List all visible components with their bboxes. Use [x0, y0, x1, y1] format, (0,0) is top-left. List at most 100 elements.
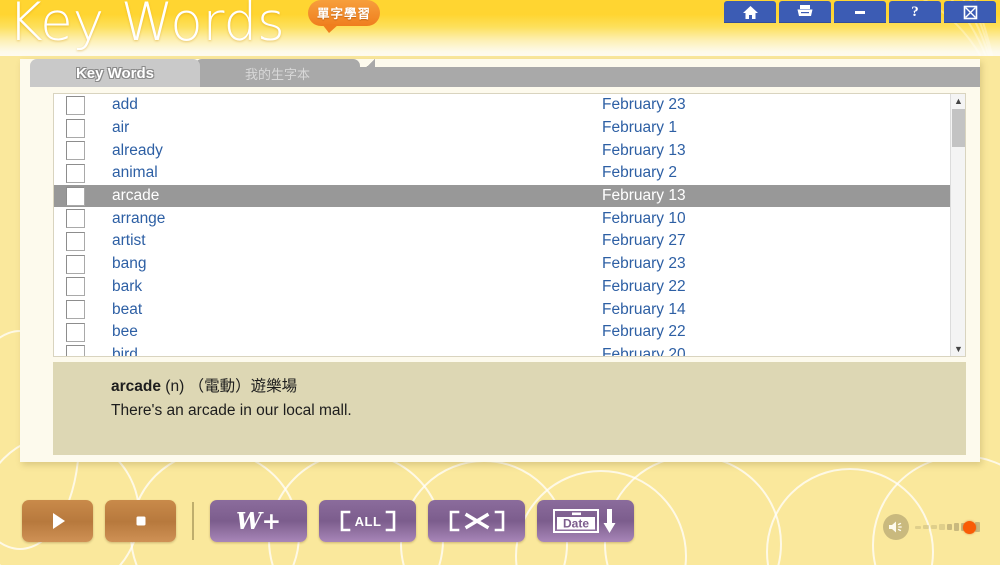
volume-segment[interactable] — [915, 525, 921, 529]
date-text: February 10 — [602, 209, 686, 227]
definition-word: arcade — [111, 378, 161, 395]
definition-panel: arcade (n) （電動）遊樂場 There's an arcade in … — [53, 362, 966, 455]
table-row[interactable]: animal February 2 — [54, 162, 950, 185]
home-button[interactable] — [724, 1, 776, 23]
row-checkbox[interactable] — [66, 118, 85, 138]
table-row[interactable]: beat February 14 — [54, 298, 950, 321]
word-text: bee — [112, 323, 138, 341]
vertical-scrollbar[interactable]: ▲ ▼ — [950, 94, 965, 356]
word-text: animal — [112, 164, 158, 182]
scroll-down-arrow[interactable]: ▼ — [951, 342, 965, 356]
definition-pos: (n) — [165, 378, 185, 395]
close-icon — [963, 5, 977, 19]
date-text: February 13 — [602, 141, 686, 159]
date-sort-icon: Date — [552, 509, 615, 533]
table-row[interactable]: arcade February 13 — [54, 184, 950, 208]
word-text: arcade — [112, 187, 160, 205]
volume-segment[interactable] — [939, 524, 945, 530]
date-text: February 14 — [602, 300, 686, 318]
word-text: air — [112, 119, 130, 137]
date-text: February 27 — [602, 232, 686, 250]
content-panel: Key Words 我的生字本 add February 23 air Februar… — [20, 59, 980, 462]
definition-example: There's an arcade in our local mall. — [111, 402, 352, 420]
word-text: beat — [112, 300, 143, 318]
application-window: Key Words 單字學習 ? Key Words 我的生字本 add Feb… — [0, 0, 1000, 565]
speaker-icon — [889, 521, 902, 533]
table-row[interactable]: bark February 22 — [54, 276, 950, 299]
date-text: February 2 — [602, 164, 677, 182]
word-text: already — [112, 141, 163, 159]
row-checkbox[interactable] — [66, 163, 85, 183]
bottom-toolbar: W+ ALL Date — [0, 462, 1000, 565]
table-row[interactable]: add February 23 — [54, 94, 950, 117]
minimize-icon — [855, 11, 865, 14]
play-icon — [52, 513, 65, 529]
word-text: add — [112, 96, 138, 114]
table-row[interactable]: bee February 22 — [54, 321, 950, 344]
table-row[interactable]: bird February 20 — [54, 344, 950, 356]
row-checkbox[interactable] — [66, 300, 85, 320]
row-checkbox[interactable] — [66, 231, 85, 251]
volume-segment[interactable] — [923, 525, 929, 529]
word-text: artist — [112, 232, 146, 250]
row-checkbox[interactable] — [66, 254, 85, 274]
help-button[interactable]: ? — [889, 1, 941, 23]
word-text: bird — [112, 345, 138, 356]
tab-my-vocabulary-label: 我的生字本 — [244, 66, 310, 82]
playback-controls: W+ ALL Date — [22, 500, 634, 542]
sort-by-date-button[interactable]: Date — [537, 500, 634, 542]
table-row[interactable]: air February 1 — [54, 117, 950, 140]
word-list: add February 23 air February 1 already Februa… — [53, 93, 966, 357]
scrollbar-thumb[interactable] — [952, 109, 965, 147]
word-list-rows[interactable]: add February 23 air February 1 already Februa… — [54, 94, 950, 356]
play-button[interactable] — [22, 500, 93, 542]
volume-segment[interactable] — [931, 524, 937, 530]
row-checkbox[interactable] — [66, 277, 85, 297]
shuffle-icon — [449, 510, 504, 532]
volume-knob[interactable] — [963, 521, 976, 534]
date-text: February 23 — [602, 96, 686, 114]
add-word-label: W+ — [235, 507, 282, 535]
print-button[interactable] — [779, 1, 831, 23]
word-text: bang — [112, 255, 147, 273]
minimize-button[interactable] — [834, 1, 886, 23]
close-button[interactable] — [944, 1, 996, 23]
speaker-button[interactable] — [883, 514, 909, 540]
row-checkbox[interactable] — [66, 322, 85, 342]
header-badge: 單字學習 — [308, 0, 381, 33]
volume-control[interactable] — [883, 514, 982, 540]
select-all-icon: ALL — [340, 510, 395, 532]
volume-segment[interactable] — [954, 523, 959, 531]
add-word-button[interactable]: W+ — [210, 500, 307, 542]
tab-key-words-label: Key Words — [75, 64, 155, 82]
shuffle-button[interactable] — [428, 500, 525, 542]
row-checkbox[interactable] — [66, 141, 85, 161]
row-checkbox[interactable] — [66, 345, 85, 356]
table-row[interactable]: artist February 27 — [54, 230, 950, 253]
app-header: Key Words 單字學習 ? — [0, 0, 1000, 56]
tab-key-words[interactable]: Key Words — [30, 59, 200, 87]
scroll-up-arrow[interactable]: ▲ — [951, 94, 965, 108]
svg-text:ALL: ALL — [354, 514, 381, 529]
svg-text:Date: Date — [562, 517, 588, 531]
page-title: Key Words — [8, 0, 285, 53]
row-checkbox[interactable] — [66, 186, 85, 206]
row-checkbox[interactable] — [66, 209, 85, 229]
date-text: February 22 — [602, 277, 686, 295]
volume-slider[interactable] — [915, 519, 982, 535]
word-text: bark — [112, 277, 143, 295]
table-row[interactable]: already February 13 — [54, 139, 950, 162]
toolbar-separator — [192, 502, 194, 540]
stop-button[interactable] — [105, 500, 176, 542]
tab-bar-filler — [345, 67, 980, 87]
date-text: February 22 — [602, 323, 686, 341]
date-text: February 13 — [602, 187, 686, 205]
definition-headword-line: arcade (n) （電動）遊樂場 — [111, 375, 948, 399]
tab-my-vocabulary[interactable]: 我的生字本 — [195, 59, 360, 87]
home-icon — [742, 5, 758, 19]
row-checkbox[interactable] — [66, 95, 85, 115]
volume-segment[interactable] — [947, 523, 952, 531]
select-all-button[interactable]: ALL — [319, 500, 416, 542]
table-row[interactable]: arrange February 10 — [54, 207, 950, 230]
table-row[interactable]: bang February 23 — [54, 253, 950, 276]
